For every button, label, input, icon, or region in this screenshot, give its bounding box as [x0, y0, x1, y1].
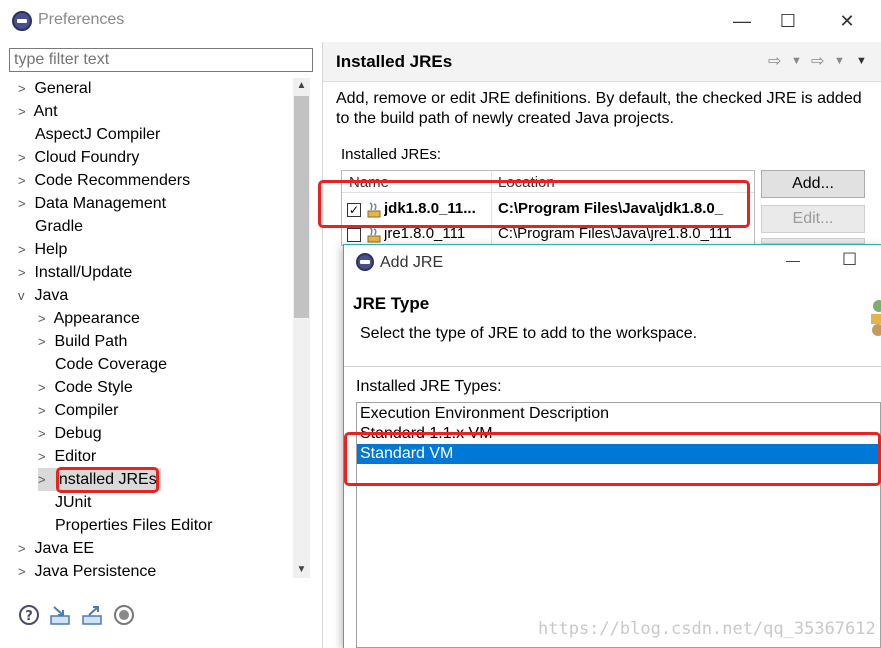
table-label: Installed JREs: [341, 146, 442, 163]
oomph-icon[interactable] [113, 604, 135, 626]
dialog-title: Add JRE [380, 254, 444, 271]
close-button[interactable]: ✕ [835, 9, 859, 33]
tree-item-code-recommenders[interactable]: > Code Recommenders [18, 169, 190, 192]
watermark: https://blog.csdn.net/qq_35367612 [538, 619, 876, 639]
tree-item-label: Code Style [54, 379, 133, 396]
tree-item-data-management[interactable]: > Data Management [18, 192, 166, 215]
tree-item-label: Java [34, 287, 69, 304]
tree-item-code-style[interactable]: > Code Style [38, 376, 133, 399]
tree-item-label: Install/Update [34, 264, 133, 281]
tree-item-compiler[interactable]: > Compiler [38, 399, 118, 422]
tree-item-label: Cloud Foundry [34, 149, 140, 166]
highlight-jdk-row [318, 180, 750, 228]
tree-item-label: Ant [33, 103, 58, 120]
tree-item-label: AspectJ Compiler [35, 126, 161, 143]
chevron-right-icon: > [18, 196, 26, 211]
tree-item-label: Debug [54, 425, 102, 442]
chevron-down-icon: v [18, 288, 25, 303]
tree-item-code-coverage[interactable]: Code Coverage [55, 353, 167, 376]
tree-item-label: General [34, 80, 92, 97]
tree-item-label: Properties Files Editor [55, 517, 213, 534]
jre-icon [367, 227, 381, 243]
eclipse-icon [12, 11, 32, 31]
chevron-right-icon: > [18, 104, 26, 119]
chevron-right-icon: > [38, 449, 46, 464]
tree-item-label: Java Persistence [34, 563, 157, 580]
tree-item-java-ee[interactable]: > Java EE [18, 537, 94, 560]
jre-types-label: Installed JRE Types: [356, 378, 502, 395]
tree-item-label: Compiler [54, 402, 119, 419]
dialog-section-description: Select the type of JRE to add to the wor… [360, 325, 698, 342]
eclipse-icon [356, 253, 374, 271]
tree-item-java[interactable]: v Java [18, 284, 68, 307]
tree-item-debug[interactable]: > Debug [38, 422, 102, 445]
tree-item-label: Build Path [54, 333, 128, 350]
tree-item-editor[interactable]: > Editor [38, 445, 96, 468]
tree-item-aspectj-compiler[interactable]: AspectJ Compiler [35, 123, 160, 146]
maximize-button[interactable]: ☐ [776, 9, 800, 33]
tree-item-install-update[interactable]: > Install/Update [18, 261, 132, 284]
chevron-right-icon: > [38, 472, 46, 487]
forward-menu-icon[interactable]: ▼ [834, 55, 845, 67]
scroll-up-icon[interactable]: ▲ [293, 78, 310, 94]
list-item[interactable]: Execution Environment Description [357, 404, 880, 424]
chevron-right-icon: > [18, 81, 26, 96]
highlight-installed-jres [56, 467, 159, 493]
chevron-right-icon: > [38, 426, 46, 441]
wizard-banner-icon [871, 300, 881, 336]
tree-item-java-persistence[interactable]: > Java Persistence [18, 560, 156, 583]
filter-input[interactable] [9, 48, 313, 72]
chevron-right-icon: > [18, 150, 26, 165]
dialog-minimize-button[interactable]: — [786, 252, 800, 268]
highlight-standard-vm [344, 432, 881, 486]
chevron-right-icon: > [38, 311, 46, 326]
import-icon[interactable] [49, 604, 71, 626]
chevron-right-icon: > [38, 403, 46, 418]
window-title: Preferences [38, 11, 125, 28]
minimize-button[interactable]: — [730, 9, 754, 33]
dialog-separator [344, 366, 881, 367]
add-button[interactable]: Add... [761, 170, 865, 198]
tree-item-label: Editor [54, 448, 97, 465]
back-icon[interactable]: ⇨ [768, 51, 781, 71]
tree-item-build-path[interactable]: > Build Path [38, 330, 127, 353]
chevron-right-icon: > [18, 541, 26, 556]
page-description: Add, remove or edit JRE definitions. By … [336, 90, 862, 127]
help-icon[interactable]: ? [18, 604, 40, 626]
tree-item-label: Data Management [34, 195, 167, 212]
edit-button[interactable]: Edit... [761, 205, 865, 233]
chevron-right-icon: > [18, 173, 26, 188]
tree-item-general[interactable]: > General [18, 77, 91, 100]
tree-item-junit[interactable]: JUnit [55, 491, 91, 514]
tree-item-label: JUnit [55, 494, 92, 511]
chevron-right-icon: > [18, 242, 26, 257]
export-icon[interactable] [81, 604, 103, 626]
tree-item-gradle[interactable]: Gradle [35, 215, 83, 238]
view-menu-icon[interactable]: ▼ [856, 55, 867, 67]
scroll-down-icon[interactable]: ▼ [293, 562, 310, 578]
tree-item-label: Gradle [35, 218, 84, 235]
tree-item-appearance[interactable]: > Appearance [38, 307, 140, 330]
forward-icon[interactable]: ⇨ [811, 51, 824, 71]
tree-item-help[interactable]: > Help [18, 238, 67, 261]
chevron-right-icon: > [18, 564, 26, 579]
tree-item-label: Code Recommenders [34, 172, 191, 189]
scrollbar-thumb[interactable] [294, 96, 309, 318]
dialog-section-title: JRE Type [353, 294, 430, 313]
tree-item-label: Help [34, 241, 68, 258]
chevron-right-icon: > [38, 334, 46, 349]
tree-item-label: Code Coverage [55, 356, 168, 373]
tree-item-ant[interactable]: > Ant [18, 100, 58, 123]
tree-item-label: Appearance [53, 310, 140, 327]
chevron-right-icon: > [18, 265, 26, 280]
back-menu-icon[interactable]: ▼ [791, 55, 802, 67]
chevron-right-icon: > [38, 380, 46, 395]
svg-text:?: ? [25, 609, 33, 624]
tree-item-cloud-foundry[interactable]: > Cloud Foundry [18, 146, 139, 169]
page-title: Installed JREs [336, 52, 453, 71]
jre-checkbox-unchecked[interactable] [347, 228, 361, 242]
tree-item-properties-files-editor[interactable]: Properties Files Editor [55, 514, 212, 537]
dialog-maximize-button[interactable]: ☐ [842, 250, 857, 270]
tree-item-label: Java EE [34, 540, 95, 557]
